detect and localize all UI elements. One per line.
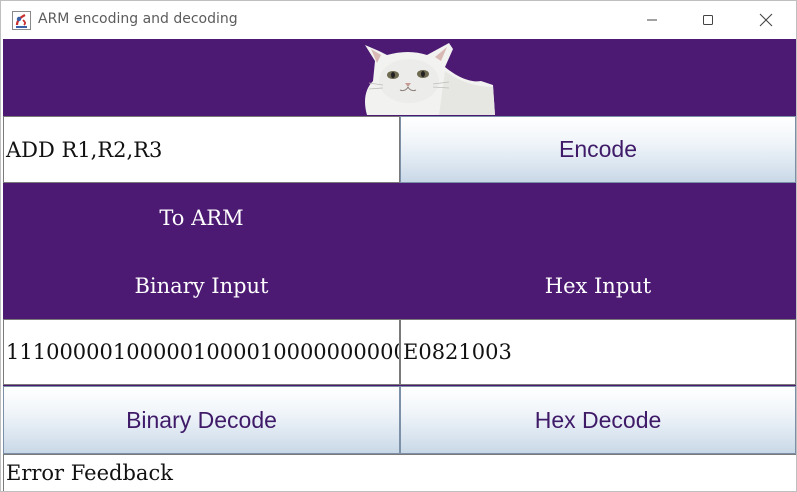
maximize-icon [702, 14, 714, 26]
window-title: ARM encoding and decoding [38, 11, 238, 27]
minimize-icon [646, 14, 658, 26]
hex-decode-button[interactable]: Hex Decode [400, 386, 796, 454]
binary-input-field[interactable]: 11100000100000100001000000000011 [3, 319, 400, 385]
main-panel: ADD R1,R2,R3 Encode To ARM Binary Input … [3, 39, 796, 491]
to-arm-label: To ARM [159, 206, 244, 230]
minimize-button[interactable] [629, 1, 675, 39]
maximize-button[interactable] [685, 1, 731, 39]
cat-image [353, 41, 495, 115]
close-icon [759, 13, 773, 27]
encode-button[interactable]: Encode [400, 116, 796, 183]
banner [3, 39, 796, 116]
hex-input-label: Hex Input [544, 274, 652, 298]
hex-input-field[interactable]: E0821003 [400, 319, 796, 385]
assembly-input[interactable]: ADD R1,R2,R3 [3, 116, 400, 183]
binary-input-label: Binary Input [134, 274, 269, 298]
close-button[interactable] [743, 1, 789, 39]
title-bar[interactable]: ARM encoding and decoding [1, 1, 796, 39]
app-window: ARM encoding and decoding ADD R1,R2,R3 E… [0, 0, 797, 492]
binary-decode-button[interactable]: Binary Decode [3, 386, 400, 454]
java-app-icon [12, 11, 31, 30]
error-feedback-field: Error Feedback [3, 454, 796, 491]
